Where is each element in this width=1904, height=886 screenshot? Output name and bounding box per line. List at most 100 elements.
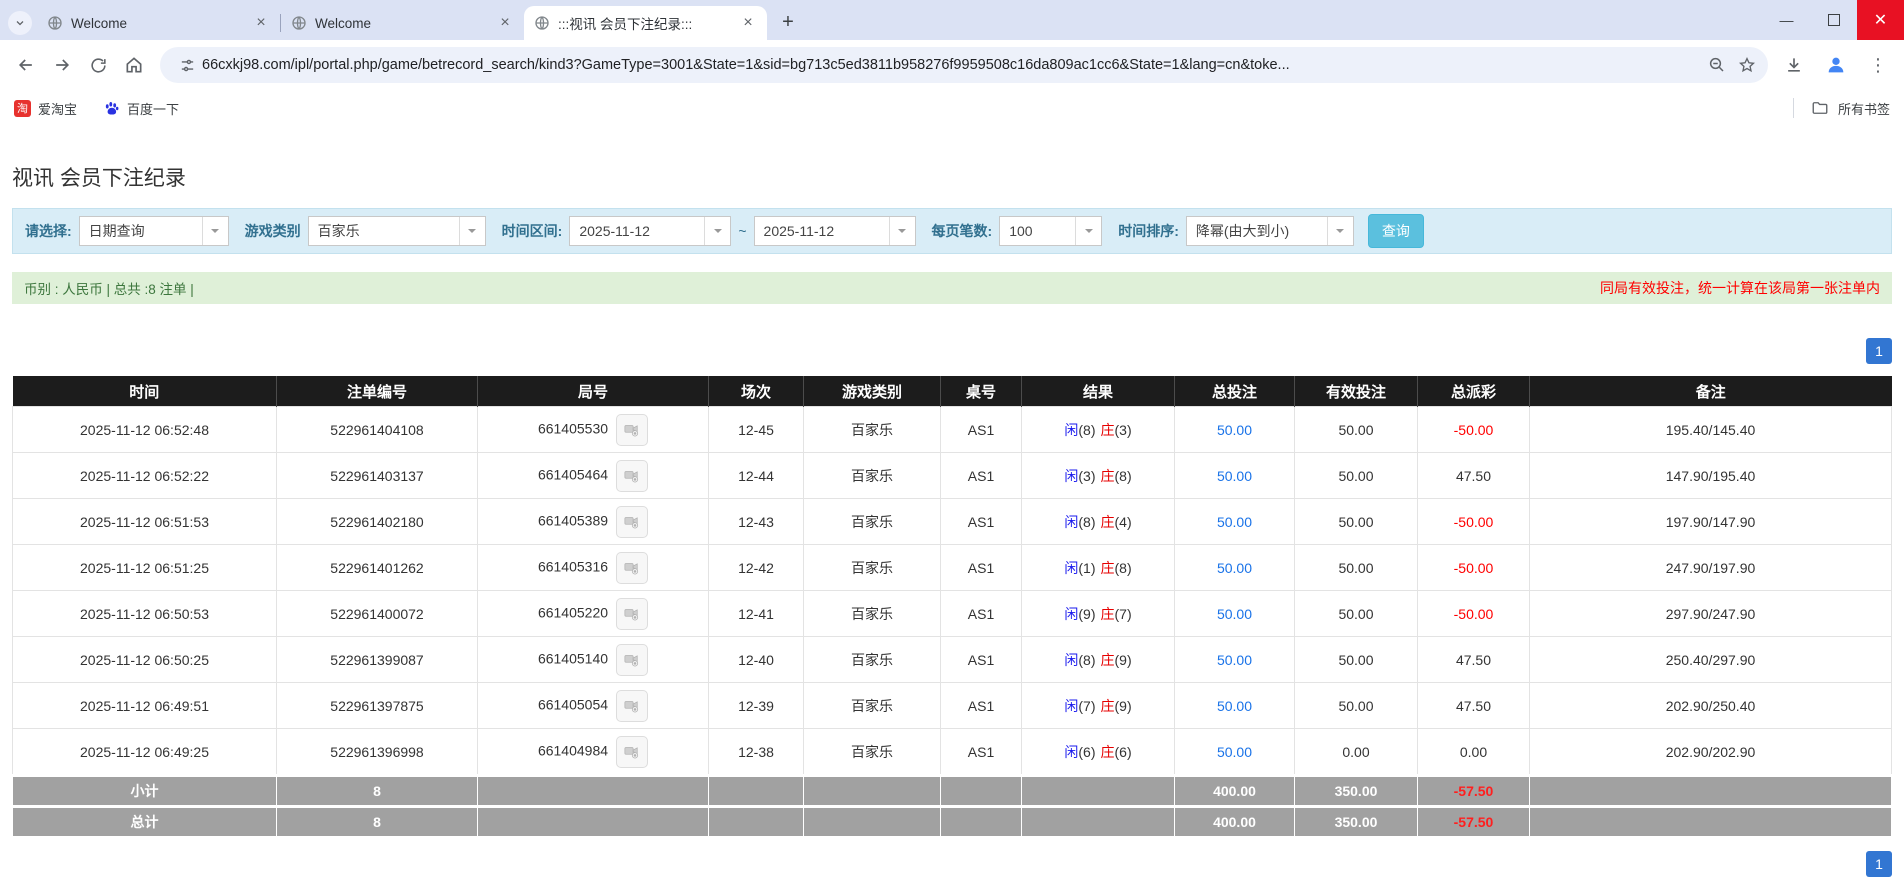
cell-time: 2025-11-12 06:51:53 bbox=[12, 498, 277, 545]
profile-button[interactable] bbox=[1818, 47, 1854, 83]
bookmark-label: 百度一下 bbox=[127, 101, 180, 117]
avatar-icon bbox=[1828, 57, 1844, 73]
search-button[interactable]: 查询 bbox=[1367, 214, 1424, 248]
result-player-score: (1) bbox=[1078, 559, 1096, 576]
cell-valid-bet: 0.00 bbox=[1294, 728, 1418, 776]
table-row: 2025-11-12 06:51:25 522961401262 6614053… bbox=[12, 544, 1892, 591]
window-minimize-button[interactable]: — bbox=[1763, 0, 1810, 40]
column-header-valid-bet: 有效投注 bbox=[1294, 376, 1418, 407]
cell-round: 661405464 bbox=[477, 452, 709, 499]
video-replay-button[interactable] bbox=[616, 643, 649, 676]
total-bet-link[interactable]: 50.00 bbox=[1217, 514, 1252, 530]
per-page-select[interactable]: 100 bbox=[999, 216, 1103, 246]
dropdown-arrow-icon[interactable] bbox=[888, 217, 915, 245]
window-maximize-button[interactable] bbox=[1810, 0, 1857, 40]
bookmark-taobao[interactable]: 淘 爱淘宝 bbox=[14, 99, 77, 118]
total-bet-link[interactable]: 50.00 bbox=[1217, 560, 1252, 576]
tab-betrecord-active[interactable]: :::视讯 会员下注纪录::: × bbox=[524, 6, 767, 40]
table-row: 2025-11-12 06:49:25 522961396998 6614049… bbox=[12, 728, 1892, 776]
total-bet-link[interactable]: 50.00 bbox=[1217, 606, 1252, 622]
tab-close-icon[interactable]: × bbox=[739, 14, 757, 32]
column-header-table-no: 桌号 bbox=[940, 376, 1022, 407]
baidu-paw-icon bbox=[105, 101, 119, 115]
cell-time: 2025-11-12 06:50:53 bbox=[12, 590, 277, 637]
game-type-select[interactable]: 百家乐 bbox=[307, 216, 486, 246]
site-settings-icon[interactable] bbox=[172, 50, 202, 80]
browser-toolbar: 66cxkj98.com/ipl/portal.php/game/betreco… bbox=[0, 40, 1904, 90]
result-player-score: (3) bbox=[1078, 467, 1096, 484]
dropdown-arrow-icon[interactable] bbox=[458, 217, 485, 245]
video-replay-button[interactable] bbox=[616, 413, 649, 446]
total-bet-link[interactable]: 50.00 bbox=[1217, 698, 1252, 714]
result-player-score: (9) bbox=[1078, 605, 1096, 622]
date-range-label: 时间区间: bbox=[501, 223, 563, 239]
result-player: 闲 bbox=[1064, 697, 1079, 714]
bookmark-baidu[interactable]: 百度一下 bbox=[103, 99, 179, 118]
total-bet-link[interactable]: 50.00 bbox=[1217, 468, 1252, 484]
result-banker-score: (4) bbox=[1114, 513, 1132, 530]
cell-result: 闲(8) 庄(9) bbox=[1021, 636, 1175, 683]
result-player-score: (8) bbox=[1078, 421, 1096, 438]
zoom-out-icon[interactable] bbox=[1702, 50, 1732, 80]
dropdown-arrow-icon[interactable] bbox=[201, 217, 228, 245]
tab-welcome-1[interactable]: Welcome × bbox=[37, 6, 280, 40]
chevron-down-icon bbox=[16, 21, 24, 26]
tab-search-button[interactable] bbox=[8, 11, 32, 35]
cell-round: 661405530 bbox=[477, 406, 709, 453]
video-replay-button[interactable] bbox=[616, 505, 649, 538]
back-button[interactable] bbox=[8, 47, 44, 83]
cell-result: 闲(1) 庄(8) bbox=[1021, 544, 1175, 591]
url-text[interactable]: 66cxkj98.com/ipl/portal.php/game/betreco… bbox=[202, 57, 1702, 73]
menu-button[interactable]: ⋮ bbox=[1860, 47, 1896, 83]
cell-valid-bet: 50.00 bbox=[1294, 452, 1418, 499]
cell-result: 闲(3) 庄(8) bbox=[1021, 452, 1175, 499]
page-1-button[interactable]: 1 bbox=[1866, 338, 1892, 364]
cell-payout: -50.00 bbox=[1417, 498, 1530, 545]
game-type-value: 百家乐 bbox=[317, 223, 360, 239]
column-header-round: 局号 bbox=[477, 376, 709, 407]
cell-valid-bet: 50.00 bbox=[1294, 682, 1418, 729]
sort-select[interactable]: 降幂(由大到小) bbox=[1185, 216, 1354, 246]
video-replay-button[interactable] bbox=[616, 551, 649, 584]
total-bet-link[interactable]: 50.00 bbox=[1217, 652, 1252, 668]
cell-session: 12-43 bbox=[708, 498, 804, 545]
video-replay-button[interactable] bbox=[616, 735, 649, 768]
query-mode-select[interactable]: 日期查询 bbox=[78, 216, 229, 246]
round-number: 661405054 bbox=[537, 696, 609, 713]
folder-icon bbox=[1812, 102, 1828, 114]
all-bookmarks-label: 所有书签 bbox=[1837, 101, 1890, 117]
cell-game-type: 百家乐 bbox=[803, 728, 941, 776]
date-from-select[interactable]: 2025-11-12 bbox=[569, 216, 732, 246]
video-replay-button[interactable] bbox=[616, 597, 649, 630]
tab-welcome-2[interactable]: Welcome × bbox=[281, 6, 524, 40]
bookmark-star-icon[interactable] bbox=[1732, 50, 1762, 80]
cell-bet-id: 522961404108 bbox=[276, 406, 478, 453]
forward-button[interactable] bbox=[44, 47, 80, 83]
dropdown-arrow-icon[interactable] bbox=[1326, 217, 1353, 245]
tab-close-icon[interactable]: × bbox=[252, 14, 270, 32]
dropdown-arrow-icon[interactable] bbox=[704, 217, 730, 245]
total-bet-link[interactable]: 50.00 bbox=[1217, 744, 1252, 760]
date-to-select[interactable]: 2025-11-12 bbox=[753, 216, 916, 246]
globe-icon bbox=[48, 16, 62, 30]
address-bar[interactable]: 66cxkj98.com/ipl/portal.php/game/betreco… bbox=[160, 47, 1768, 83]
downloads-button[interactable] bbox=[1776, 47, 1812, 83]
total-bet-link[interactable]: 50.00 bbox=[1217, 422, 1252, 438]
new-tab-button[interactable]: + bbox=[775, 9, 801, 35]
video-replay-button[interactable] bbox=[616, 459, 649, 492]
page-1-button[interactable]: 1 bbox=[1866, 851, 1892, 877]
video-replay-button[interactable] bbox=[616, 689, 649, 722]
home-button[interactable] bbox=[116, 47, 152, 83]
window-close-button[interactable]: ✕ bbox=[1857, 0, 1904, 40]
result-player: 闲 bbox=[1064, 467, 1079, 484]
cell-session: 12-44 bbox=[708, 452, 804, 499]
cell-total-bet: 50.00 bbox=[1174, 544, 1295, 591]
result-banker: 庄 bbox=[1100, 421, 1115, 438]
browser-window: Welcome × Welcome × :::视讯 会员下注纪录::: × + … bbox=[0, 0, 1904, 886]
cell-time: 2025-11-12 06:52:22 bbox=[12, 452, 277, 499]
dropdown-arrow-icon[interactable] bbox=[1075, 217, 1101, 245]
all-bookmarks[interactable]: 所有书签 bbox=[1792, 98, 1890, 118]
currency-summary-text: 币别 : 人民币 | 总共 :8 注单 | bbox=[24, 282, 194, 297]
tab-close-icon[interactable]: × bbox=[496, 14, 514, 32]
reload-button[interactable] bbox=[80, 47, 116, 83]
